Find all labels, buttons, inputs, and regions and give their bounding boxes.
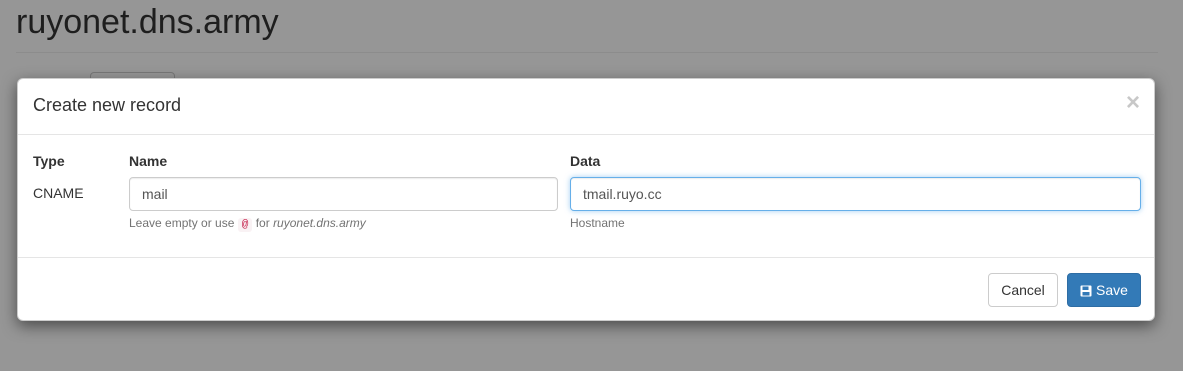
- modal-footer: [18, 257, 1154, 258]
- save-label: Save: [1096, 282, 1128, 298]
- name-input[interactable]: [129, 177, 558, 211]
- data-label: Data: [570, 153, 601, 169]
- type-value: CNAME: [33, 185, 84, 201]
- name-help-domain: ruyonet.dns.army: [273, 216, 366, 230]
- name-help-text: Leave empty or use @ for ruyonet.dns.arm…: [129, 216, 366, 232]
- save-button[interactable]: Save: [1067, 273, 1141, 307]
- at-code: @: [237, 218, 253, 232]
- cancel-button[interactable]: Cancel: [988, 273, 1058, 307]
- type-label: Type: [33, 153, 65, 169]
- name-help-prefix: Leave empty or use: [129, 216, 235, 230]
- close-icon[interactable]: ×: [1126, 91, 1140, 115]
- modal-title: Create new record: [33, 95, 182, 115]
- modal-header: Create new record ×: [18, 79, 1154, 135]
- name-help-middle: for: [255, 216, 270, 230]
- data-help-text: Hostname: [570, 216, 625, 230]
- name-label: Name: [129, 153, 168, 169]
- data-input[interactable]: [570, 177, 1141, 211]
- create-record-dialog: Create new record × Type CNAME Name Leav…: [17, 78, 1155, 321]
- floppy-disk-icon: [1080, 285, 1092, 297]
